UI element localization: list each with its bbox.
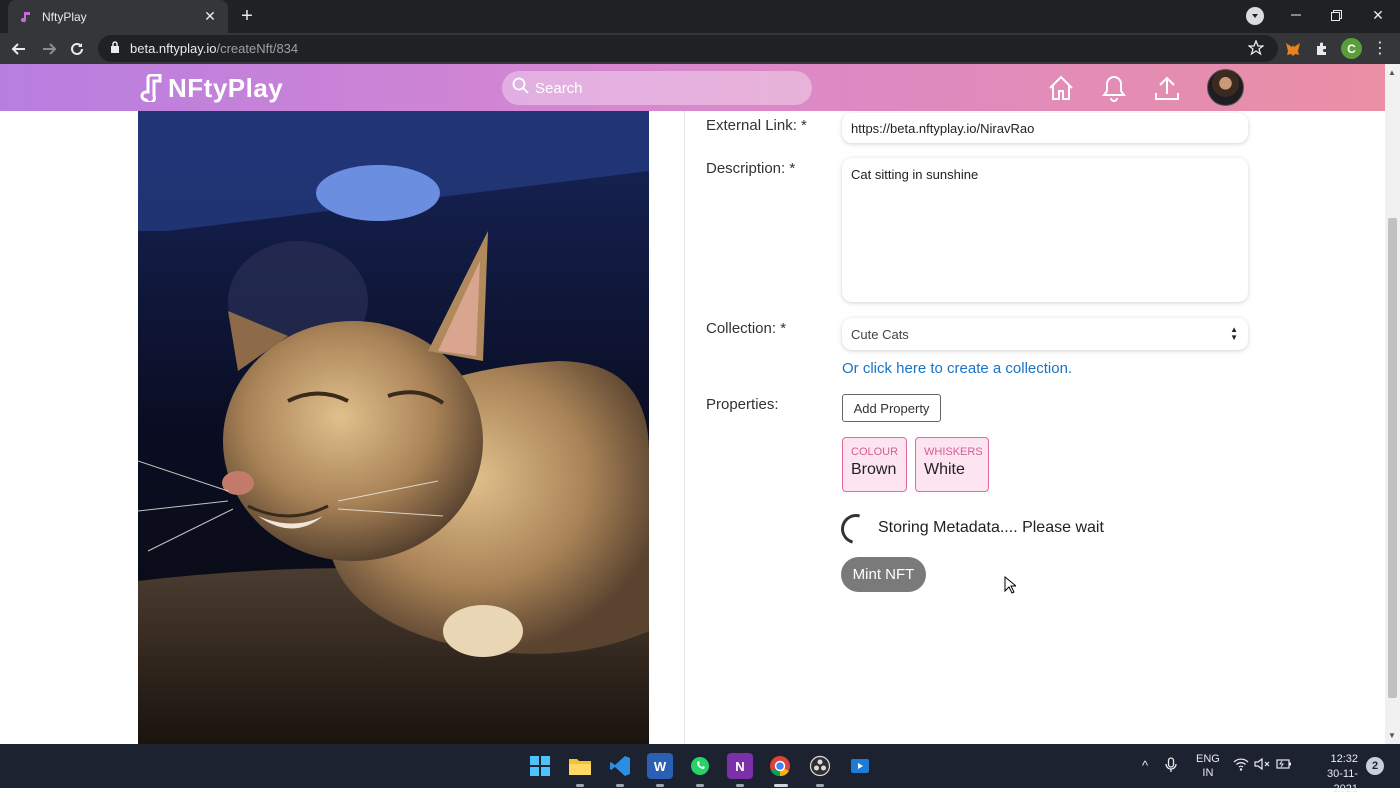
properties-label: Properties: [706, 396, 779, 413]
taskbar-running-indicator [656, 784, 664, 787]
chrome-icon[interactable] [767, 753, 793, 779]
new-tab-button[interactable]: + [236, 5, 258, 27]
brand-name: NFtyPlay [168, 72, 284, 103]
tab-title: NftyPlay [42, 9, 87, 24]
select-arrows-icon: ▲ ▼ [1230, 325, 1238, 342]
profile-avatar[interactable]: C [1341, 38, 1362, 59]
music-note-logo-icon [140, 74, 162, 102]
mouse-cursor-icon [1004, 575, 1018, 599]
video-editor-icon[interactable] [847, 753, 873, 779]
windows-start-icon[interactable] [527, 753, 553, 779]
notification-count-badge[interactable]: 2 [1366, 757, 1384, 775]
create-collection-link[interactable]: Or click here to create a collection. [842, 360, 1072, 377]
notification-bell-icon[interactable] [1098, 72, 1130, 104]
reload-icon[interactable] [64, 36, 90, 62]
bookmark-star-icon[interactable] [1247, 39, 1265, 61]
property-value: Brown [851, 461, 897, 478]
search-input[interactable] [535, 79, 795, 97]
site-header: NFtyPlay [0, 64, 1385, 111]
metamask-extension-icon[interactable] [1282, 38, 1304, 60]
external-link-label: External Link: * [706, 117, 807, 134]
description-textarea[interactable]: Cat sitting in sunshine [842, 158, 1248, 302]
brand-logo[interactable]: NFtyPlay [140, 72, 283, 104]
speaker-muted-icon[interactable] [1253, 757, 1271, 775]
language-indicator[interactable]: ENG IN [1196, 752, 1220, 780]
taskbar-running-indicator [736, 784, 744, 787]
file-explorer-icon[interactable] [567, 753, 593, 779]
scroll-down-icon[interactable]: ▼ [1388, 731, 1396, 740]
nftyplay-favicon-icon [18, 9, 34, 25]
close-window-button[interactable]: ✕ [1358, 0, 1398, 30]
collection-label: Collection: * [706, 320, 787, 337]
property-chip-colour[interactable]: COLOUR Brown [842, 437, 907, 492]
user-avatar[interactable] [1207, 69, 1244, 106]
tab-search-icon[interactable] [1246, 7, 1264, 25]
browser-tab-bar: NftyPlay ✕ + ✕ [0, 0, 1400, 33]
show-hidden-icons-chevron-icon[interactable]: ^ [1136, 757, 1154, 775]
property-key: WHISKERS [924, 446, 983, 458]
back-arrow-icon[interactable] [6, 36, 32, 62]
description-label: Description: * [706, 160, 796, 177]
upload-icon[interactable] [1151, 72, 1183, 104]
obs-icon[interactable] [807, 753, 833, 779]
battery-icon[interactable] [1275, 757, 1293, 775]
scrollbar-thumb[interactable] [1388, 218, 1397, 698]
external-link-input[interactable] [842, 113, 1248, 143]
forward-arrow-icon[interactable] [36, 36, 62, 62]
home-icon[interactable] [1045, 72, 1077, 104]
lock-icon [110, 40, 120, 58]
search-icon [512, 77, 529, 99]
url-path: /createNft/834 [216, 41, 299, 56]
clock-time: 12:32 [1330, 753, 1358, 765]
collection-select[interactable]: Cute Cats ▲ ▼ [842, 318, 1248, 350]
collection-selected-value: Cute Cats [851, 326, 909, 342]
tab-close-icon[interactable]: ✕ [202, 8, 218, 25]
extensions-puzzle-icon[interactable] [1311, 38, 1333, 60]
add-property-button[interactable]: Add Property [842, 394, 941, 422]
clock[interactable]: 12:32 30-11-2021 [1306, 752, 1358, 797]
vscode-icon[interactable] [607, 753, 633, 779]
taskbar-running-indicator [816, 784, 824, 787]
scroll-up-icon[interactable]: ▲ [1388, 68, 1396, 77]
page-scrollbar[interactable]: ▲ ▼ [1385, 64, 1400, 744]
url-host: beta.nftyplay.io [130, 41, 217, 56]
taskbar-active-indicator [774, 784, 788, 787]
word-icon[interactable]: W [647, 753, 673, 779]
property-value: White [924, 461, 965, 478]
windows-taskbar: W N ^ ENG IN 12:32 30-11-2021 2 [0, 744, 1400, 795]
whatsapp-icon[interactable] [687, 753, 713, 779]
search-box[interactable] [502, 71, 812, 105]
status-message: Storing Metadata.... Please wait [878, 519, 1104, 536]
property-key: COLOUR [851, 446, 899, 458]
column-divider [684, 111, 685, 744]
minimize-window-button[interactable] [1276, 0, 1316, 30]
loading-spinner-icon [835, 508, 877, 550]
browser-tab[interactable]: NftyPlay ✕ [8, 0, 228, 33]
nft-preview-image [138, 111, 649, 744]
taskbar-running-indicator [696, 784, 704, 787]
mint-nft-button[interactable]: Mint NFT [841, 557, 926, 592]
microphone-icon[interactable] [1162, 757, 1180, 775]
wifi-icon[interactable] [1232, 757, 1250, 775]
taskbar-running-indicator [576, 784, 584, 787]
onenote-icon[interactable]: N [727, 753, 753, 779]
browser-menu-icon[interactable]: ⋮ [1370, 38, 1390, 60]
property-chip-whiskers[interactable]: WHISKERS White [915, 437, 989, 492]
language-code: ENG [1196, 753, 1220, 765]
region-code: IN [1202, 767, 1214, 779]
taskbar-running-indicator [616, 784, 624, 787]
browser-toolbar: beta.nftyplay.io/createNft/834 C ⋮ [0, 33, 1400, 64]
restore-window-button[interactable] [1316, 0, 1356, 30]
address-bar[interactable]: beta.nftyplay.io/createNft/834 [98, 35, 1278, 62]
clock-date: 30-11-2021 [1327, 768, 1358, 795]
